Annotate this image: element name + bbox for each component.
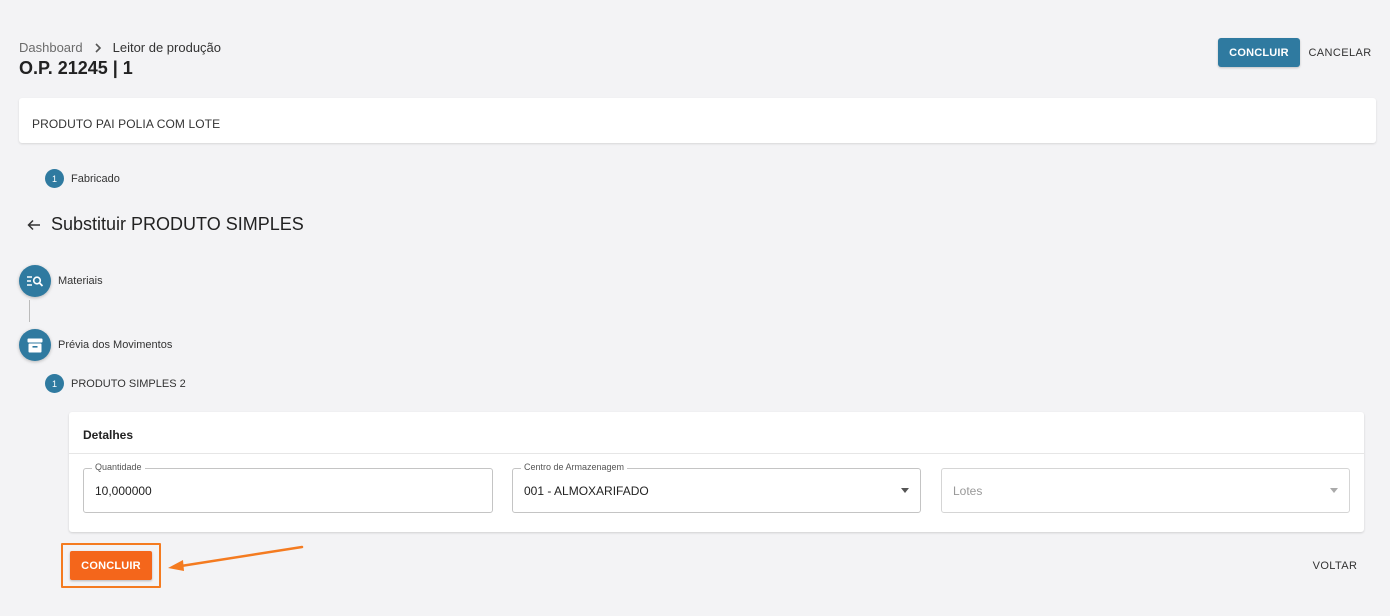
step-materiais-label: Materiais bbox=[58, 275, 103, 287]
breadcrumb: Dashboard Leitor de produção bbox=[19, 40, 221, 55]
details-title: Detalhes bbox=[69, 412, 1364, 454]
archive-box-icon bbox=[19, 329, 51, 361]
lotes-placeholder: Lotes bbox=[953, 484, 983, 498]
arrow-pointer-icon bbox=[168, 545, 304, 571]
centro-armazenagem-select[interactable]: Centro de Armazenagem 001 - ALMOXARIFADO bbox=[512, 462, 921, 513]
concluir-button[interactable]: CONCLUIR bbox=[1218, 38, 1300, 67]
quantidade-label: Quantidade bbox=[92, 462, 145, 472]
centro-value: 001 - ALMOXARIFADO bbox=[524, 484, 649, 498]
step-fabricado[interactable]: 1 Fabricado bbox=[45, 169, 120, 188]
step-previa-movimentos[interactable]: Prévia dos Movimentos bbox=[19, 329, 172, 361]
list-search-icon bbox=[19, 265, 51, 297]
step-number-badge: 1 bbox=[45, 374, 64, 393]
quantidade-field[interactable]: Quantidade 10,000000 bbox=[83, 462, 493, 513]
details-card: Detalhes Quantidade 10,000000 Centro de … bbox=[69, 412, 1364, 532]
dropdown-caret-icon[interactable] bbox=[1330, 488, 1338, 493]
arrow-left-icon[interactable] bbox=[27, 218, 41, 232]
sub-step-produto[interactable]: 1 PRODUTO SIMPLES 2 bbox=[45, 374, 186, 393]
breadcrumb-current: Leitor de produção bbox=[112, 40, 222, 55]
centro-label: Centro de Armazenagem bbox=[521, 462, 628, 472]
product-name: PRODUTO PAI POLIA COM LOTE bbox=[32, 117, 221, 131]
step-materiais[interactable]: Materiais bbox=[19, 265, 103, 297]
sub-step-label: PRODUTO SIMPLES 2 bbox=[71, 377, 186, 390]
lotes-select[interactable]: Lotes bbox=[941, 468, 1350, 513]
breadcrumb-dashboard-link[interactable]: Dashboard bbox=[19, 40, 83, 55]
product-card: PRODUTO PAI POLIA COM LOTE bbox=[19, 98, 1376, 143]
quantidade-value: 10,000000 bbox=[95, 484, 152, 498]
concluir-bottom-button[interactable]: CONCLUIR bbox=[70, 551, 152, 580]
step-previa-label: Prévia dos Movimentos bbox=[58, 339, 173, 351]
section-title: Substituir PRODUTO SIMPLES bbox=[51, 214, 304, 234]
step-number-badge: 1 bbox=[45, 169, 64, 188]
section-header: Substituir PRODUTO SIMPLES bbox=[27, 214, 304, 235]
step-connector bbox=[29, 300, 30, 322]
dropdown-caret-icon[interactable] bbox=[901, 488, 909, 493]
page-title: O.P. 21245 | 1 bbox=[19, 58, 133, 78]
voltar-button[interactable]: VOLTAR bbox=[1301, 551, 1369, 580]
chevron-right-icon bbox=[95, 42, 101, 53]
cancelar-button[interactable]: CANCELAR bbox=[1304, 38, 1376, 67]
step-label: Fabricado bbox=[71, 172, 120, 185]
